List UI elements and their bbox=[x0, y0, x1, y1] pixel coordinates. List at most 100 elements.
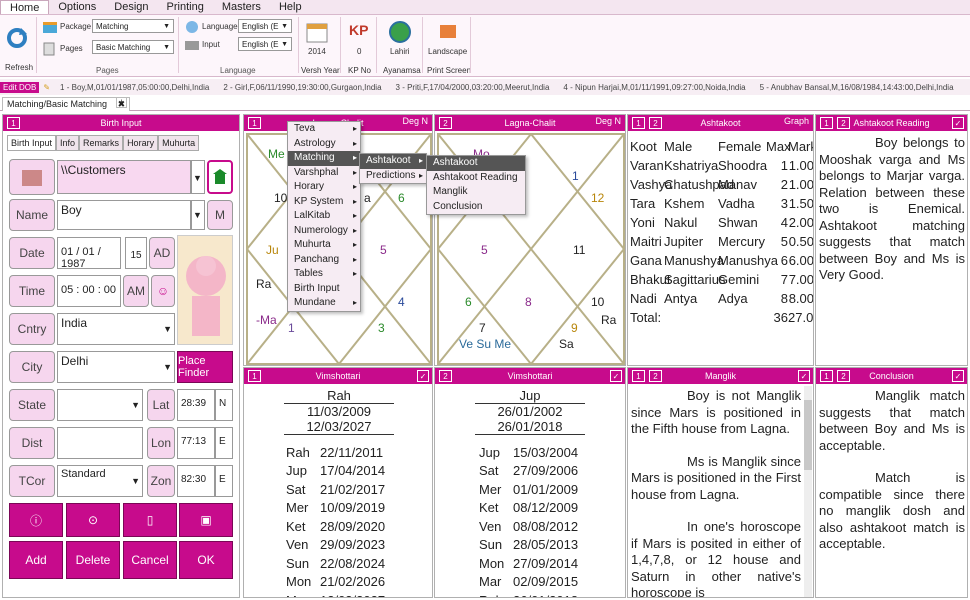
check-icon[interactable]: ✓ bbox=[952, 370, 964, 382]
recent-item[interactable]: 1 - Boy,M,01/01/1987,05:00:00,Delhi,Indi… bbox=[60, 83, 209, 92]
date-input[interactable]: 01 / 01 / 1987 bbox=[57, 237, 121, 270]
lon-direction[interactable]: E bbox=[215, 427, 233, 459]
menu-item[interactable]: Numerology bbox=[288, 224, 360, 239]
lat-direction[interactable]: N bbox=[215, 389, 233, 421]
menu-item[interactable]: Ashtakoot bbox=[360, 154, 426, 169]
panel-number[interactable]: 2 bbox=[837, 370, 850, 382]
tab-remarks[interactable]: Remarks bbox=[79, 135, 124, 151]
menu-item[interactable]: Astrology bbox=[288, 137, 360, 152]
tab-horary[interactable]: Horary bbox=[123, 135, 159, 151]
year-label[interactable]: Versh Year bbox=[301, 66, 340, 75]
deg-toggle[interactable]: Deg N bbox=[595, 116, 621, 126]
recent-item[interactable]: 5 - Anubhav Bansal,M,16/08/1984,14:43:00… bbox=[760, 83, 954, 92]
place-finder-button[interactable]: Place Finder bbox=[177, 351, 233, 383]
ayanamsa-label[interactable]: Ayanamsa bbox=[383, 66, 421, 75]
panel-number[interactable]: 1 bbox=[248, 117, 261, 129]
edit-dob-button[interactable]: Edit DOB bbox=[0, 81, 40, 93]
calendar-button[interactable]: 15 bbox=[125, 237, 147, 269]
pages-select[interactable]: Basic Matching ▼ bbox=[92, 40, 174, 54]
menu-masters[interactable]: Masters bbox=[213, 0, 270, 14]
panel-number[interactable]: 1 bbox=[820, 117, 833, 129]
ad-button[interactable]: AD bbox=[149, 237, 175, 269]
state-select[interactable]: ▼ bbox=[57, 389, 143, 421]
time-input[interactable]: 05 : 00 : 00 bbox=[57, 275, 121, 307]
dist-input[interactable] bbox=[57, 427, 143, 459]
menu-printing[interactable]: Printing bbox=[158, 0, 213, 14]
zon-input[interactable]: 82:30 bbox=[177, 465, 215, 497]
recent-item[interactable]: 3 - Priti,F,17/04/2000,03:20:00,Meerut,I… bbox=[396, 83, 550, 92]
refresh-icon[interactable] bbox=[6, 27, 28, 49]
zon-direction[interactable]: E bbox=[215, 465, 233, 497]
check-icon[interactable]: ✓ bbox=[417, 370, 429, 382]
add-button[interactable]: Add bbox=[9, 541, 63, 579]
scrollbar[interactable] bbox=[804, 386, 812, 597]
menu-home[interactable]: Home bbox=[0, 0, 50, 14]
name-input[interactable]: Boy bbox=[57, 200, 191, 230]
package-select[interactable]: Matching ▼ bbox=[92, 19, 174, 33]
info-button[interactable]: ⓘ bbox=[9, 503, 63, 537]
menu-help[interactable]: Help bbox=[270, 0, 311, 14]
am-button[interactable]: AM bbox=[123, 275, 149, 307]
menu-item[interactable]: Mundane bbox=[288, 296, 360, 311]
tcor-select[interactable]: Standard ▼ bbox=[57, 465, 143, 497]
menu-item[interactable]: Predictions bbox=[360, 169, 426, 184]
menu-item[interactable]: Teva bbox=[288, 122, 360, 137]
panel-number[interactable]: 2 bbox=[837, 117, 850, 129]
new-file-button[interactable]: ▯ bbox=[123, 503, 177, 537]
menu-item[interactable]: Tables bbox=[288, 267, 360, 282]
recent-item[interactable]: 2 - Girl,F,06/11/1990,19:30:00,Gurgaon,I… bbox=[223, 83, 381, 92]
tab-matching[interactable]: Matching/Basic Matching ✖ bbox=[2, 97, 131, 111]
panel-number[interactable]: 2 bbox=[439, 370, 452, 382]
language-select[interactable]: English (E ▼ bbox=[238, 19, 292, 33]
cancel-button[interactable]: Cancel bbox=[123, 541, 177, 579]
kp-label[interactable]: KP No bbox=[348, 66, 371, 75]
check-icon[interactable]: ✓ bbox=[798, 370, 810, 382]
add-tab-button[interactable]: + bbox=[116, 97, 127, 108]
gender-button[interactable]: M bbox=[207, 200, 233, 230]
person-icon[interactable]: ☺ bbox=[151, 275, 175, 307]
delete-button[interactable]: Delete bbox=[66, 541, 120, 579]
panel-number[interactable]: 1 bbox=[248, 370, 261, 382]
print-icon[interactable] bbox=[438, 23, 458, 41]
menu-item[interactable]: Horary bbox=[288, 180, 360, 195]
menu-options[interactable]: Options bbox=[49, 0, 105, 14]
tab-birth-input[interactable]: Birth Input bbox=[7, 135, 57, 151]
calendar-icon[interactable] bbox=[306, 21, 328, 43]
panel-number[interactable]: 2 bbox=[649, 117, 662, 129]
input-select[interactable]: English (E ▼ bbox=[238, 37, 292, 51]
menu-item[interactable]: Matching bbox=[288, 151, 360, 166]
customers-dropdown[interactable]: ▼ bbox=[191, 160, 205, 194]
check-icon[interactable]: ✓ bbox=[952, 117, 964, 129]
panel-number[interactable]: 2 bbox=[439, 117, 452, 129]
kp-icon[interactable]: KP bbox=[349, 22, 368, 38]
menu-item[interactable]: Manglik bbox=[427, 185, 525, 200]
menu-item[interactable]: Birth Input bbox=[288, 282, 360, 297]
check-icon[interactable]: ✓ bbox=[610, 370, 622, 382]
recent-item[interactable]: 4 - Nipun Harjai,M,01/11/1991,09:27:00,N… bbox=[563, 83, 745, 92]
print-label[interactable]: Print Screen bbox=[427, 66, 471, 75]
globe-icon[interactable] bbox=[389, 21, 411, 43]
customers-field[interactable]: \\Customers bbox=[57, 160, 191, 194]
menu-item[interactable]: KP System bbox=[288, 195, 360, 210]
customer-icon-button[interactable] bbox=[9, 159, 55, 195]
menu-item[interactable]: Panchang bbox=[288, 253, 360, 268]
deg-toggle[interactable]: Deg N bbox=[402, 116, 428, 126]
panel-number[interactable]: 1 bbox=[632, 117, 645, 129]
panel-number[interactable]: 1 bbox=[7, 117, 20, 129]
scroll-thumb[interactable] bbox=[804, 400, 812, 470]
panel-number[interactable]: 2 bbox=[649, 370, 662, 382]
menu-item[interactable]: Muhurta bbox=[288, 238, 360, 253]
menu-item[interactable]: Ashtakoot Reading bbox=[427, 171, 525, 186]
pencil-icon[interactable]: ✎ bbox=[43, 83, 50, 92]
name-dropdown[interactable]: ▼ bbox=[191, 200, 205, 230]
tab-muhurta[interactable]: Muhurta bbox=[158, 135, 200, 151]
ok-button[interactable]: OK bbox=[179, 541, 233, 579]
panel-number[interactable]: 1 bbox=[632, 370, 645, 382]
refresh-label[interactable]: Refresh bbox=[5, 63, 33, 72]
lon-input[interactable]: 77:13 bbox=[177, 427, 215, 459]
menu-item[interactable]: Conclusion bbox=[427, 200, 525, 215]
graph-button[interactable]: Graph bbox=[784, 116, 809, 126]
menu-item[interactable]: Ashtakoot bbox=[427, 156, 525, 171]
tab-info[interactable]: Info bbox=[56, 135, 80, 151]
menu-design[interactable]: Design bbox=[105, 0, 157, 14]
